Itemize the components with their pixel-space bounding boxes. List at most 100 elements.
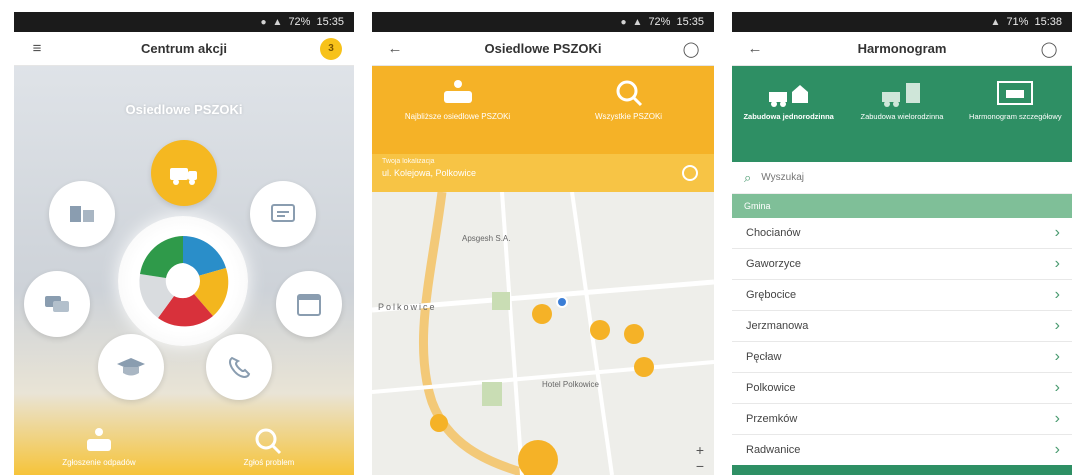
- screen-schedule: ▲ 71% 15:38 ← Harmonogram ◯ Zabudowa jed…: [732, 12, 1072, 475]
- page-title: Harmonogram: [857, 41, 947, 56]
- app-logo: [118, 216, 248, 346]
- hub-title: Osiedlowe PSZOKi: [125, 102, 243, 117]
- chevron-right-icon: ›: [1054, 410, 1060, 427]
- location-address: ul. Kolejowa, Polkowice: [382, 168, 477, 178]
- bottom-strip: [732, 465, 1072, 475]
- board-truck-icon: [997, 81, 1034, 105]
- chat-icon: [45, 296, 69, 312]
- screen-pszok: ● ▲ 72% 15:35 ← Osiedlowe PSZOKi ◯ Najbl…: [372, 12, 714, 475]
- battery-level: 72%: [648, 16, 671, 28]
- single-family-label: Zabudowa jednorodzinna: [743, 112, 834, 121]
- single-family-tile[interactable]: Zabudowa jednorodzinna: [739, 78, 839, 121]
- list-item-label: Przemków: [746, 413, 798, 425]
- graduation-cap-icon: [117, 358, 145, 376]
- list-item[interactable]: Gaworzyce ›: [732, 249, 1072, 280]
- detailed-schedule-label: Harmonogram szczegółowy: [969, 112, 1062, 121]
- status-time: 15:38: [1034, 16, 1062, 28]
- map-view[interactable]: Apsgesh S.A. Polkowice Hotel Polkowice +…: [372, 192, 714, 475]
- nearest-pszok-label: Najbliższe osiedlowe PSZOKi: [404, 112, 511, 121]
- navigate-fab[interactable]: [518, 440, 558, 475]
- menu-icon[interactable]: ≡: [26, 38, 48, 60]
- battery-level: 72%: [288, 16, 311, 28]
- map-label-town: Polkowice: [378, 302, 437, 312]
- containers-button[interactable]: [49, 181, 115, 247]
- all-pszok-label: Wszystkie PSZOKi: [594, 112, 663, 121]
- page-title: Centrum akcji: [141, 41, 227, 56]
- pszok-marker[interactable]: [590, 320, 610, 340]
- chevron-right-icon: ›: [1054, 379, 1060, 396]
- info-board-icon: [271, 204, 295, 222]
- report-problem-action[interactable]: Zgłoś problem: [204, 426, 334, 467]
- status-bar: ▲ 71% 15:38: [732, 12, 1072, 32]
- battery-level: 71%: [1006, 16, 1029, 28]
- list-item-label: Polkowice: [746, 382, 796, 394]
- app-bar: ≡ Centrum akcji 3: [14, 32, 354, 66]
- pszok-marker[interactable]: [634, 357, 654, 377]
- app-bar: ← Osiedlowe PSZOKi ◯: [372, 32, 714, 66]
- nearest-pszok-tile[interactable]: Najbliższe osiedlowe PSZOKi: [393, 78, 523, 121]
- person-truck-icon: [443, 80, 472, 103]
- location-bar[interactable]: Twoja lokalizacja ul. Kolejowa, Polkowic…: [372, 154, 714, 192]
- detailed-schedule-tile[interactable]: Harmonogram szczegółowy: [965, 78, 1065, 121]
- list-item-label: Grębocice: [746, 289, 797, 301]
- pszok-truck-button[interactable]: [151, 140, 217, 206]
- search-icon: ⌕: [744, 169, 752, 185]
- list-item-label: Radwanice: [746, 444, 801, 456]
- locate-me-icon[interactable]: [682, 165, 698, 181]
- map-label-hotel: Hotel Polkowice: [542, 380, 599, 389]
- pszok-marker[interactable]: [532, 304, 552, 324]
- schedule-header: Zabudowa jednorodzinna Zabudowa wielorod…: [732, 66, 1072, 162]
- pszok-header: Najbliższe osiedlowe PSZOKi Wszystkie PS…: [372, 66, 714, 192]
- list-item[interactable]: Radwanice ›: [732, 435, 1072, 466]
- search-problem-icon: [255, 428, 282, 455]
- signal-icon: ▲: [632, 16, 643, 28]
- search-location-icon: [616, 80, 642, 107]
- messages-button[interactable]: [24, 271, 90, 337]
- map-label-company: Apsgesh S.A.: [462, 234, 511, 243]
- back-arrow-icon[interactable]: ←: [744, 38, 766, 60]
- calendar-button[interactable]: [276, 271, 342, 337]
- status-time: 15:35: [316, 16, 344, 28]
- list-item[interactable]: Grębocice ›: [732, 280, 1072, 311]
- list-item[interactable]: Jerzmanowa ›: [732, 311, 1072, 342]
- notification-badge[interactable]: 3: [319, 37, 342, 60]
- contact-button[interactable]: [206, 334, 272, 400]
- phone-icon: [229, 356, 251, 379]
- pszok-marker[interactable]: [624, 324, 644, 344]
- list-item-label: Pęcław: [746, 351, 782, 363]
- pszok-marker[interactable]: [430, 414, 448, 432]
- truck-icon: [170, 168, 197, 185]
- zoom-in-button[interactable]: +: [696, 442, 704, 458]
- education-button[interactable]: [98, 334, 164, 400]
- hub-area: Osiedlowe PSZOKi Zgłoszenie odpadów Zgło…: [14, 66, 354, 475]
- report-problem-label: Zgłoś problem: [243, 458, 295, 467]
- list-item[interactable]: Polkowice ›: [732, 373, 1072, 404]
- search-input[interactable]: [761, 172, 962, 183]
- all-pszok-tile[interactable]: Wszystkie PSZOKi: [564, 78, 694, 121]
- status-bar: ● ▲ 72% 15:35: [372, 12, 714, 32]
- location-caption: Twoja lokalizacja: [382, 158, 435, 165]
- multi-family-tile[interactable]: Zabudowa wielorodzinna: [852, 78, 952, 121]
- truck-building-icon: [881, 83, 920, 107]
- list-item[interactable]: Pęcław ›: [732, 342, 1072, 373]
- zoom-out-button[interactable]: −: [696, 458, 704, 474]
- status-time: 15:35: [676, 16, 704, 28]
- back-arrow-icon[interactable]: ←: [384, 38, 406, 60]
- list-item-label: Jerzmanowa: [746, 320, 809, 332]
- report-waste-action[interactable]: Zgłoszenie odpadów: [34, 426, 164, 467]
- municipality-list: Chocianów › Gaworzyce › Grębocice › Jerzman…: [732, 218, 1072, 466]
- person-waste-icon: [87, 428, 111, 451]
- chevron-right-icon: ›: [1054, 224, 1060, 241]
- list-item[interactable]: Chocianów ›: [732, 218, 1072, 249]
- refresh-icon[interactable]: ◯: [680, 38, 702, 60]
- map-roads-icon: [372, 192, 714, 475]
- screen-action-center: ● ▲ 72% 15:35 ≡ Centrum akcji 3 Osiedlow…: [14, 12, 354, 475]
- map-info-button[interactable]: [250, 181, 316, 247]
- bottom-actions: Zgłoszenie odpadów Zgłoś problem: [14, 426, 354, 467]
- refresh-icon[interactable]: ◯: [1038, 38, 1060, 60]
- truck-house-icon: [768, 85, 808, 107]
- chevron-right-icon: ›: [1054, 441, 1060, 458]
- list-item[interactable]: Przemków ›: [732, 404, 1072, 435]
- location-icon: ●: [260, 16, 267, 28]
- search-bar: ⌕: [732, 162, 1072, 194]
